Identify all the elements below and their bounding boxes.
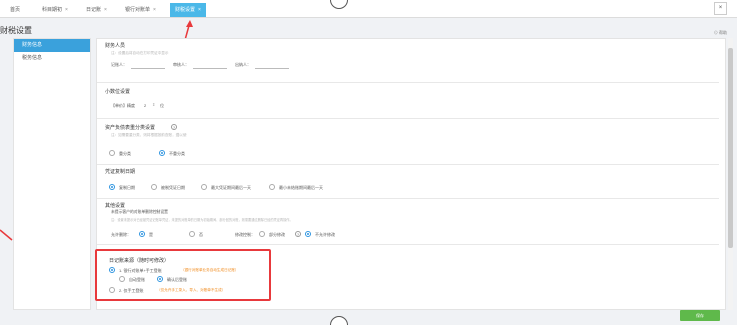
section-title: 凭证复制日期: [105, 169, 136, 175]
section-title: 财务人员: [105, 43, 126, 49]
precision-value[interactable]: 2: [144, 103, 146, 108]
arrow-left-edge: [0, 229, 13, 241]
reviewer-input[interactable]: [193, 68, 227, 69]
radio-partial-edit[interactable]: [259, 231, 265, 237]
price-precision-label: 【单价】精度: [111, 103, 135, 108]
allow-delete-label: 允许删除：: [111, 232, 131, 237]
radio-label: 最小未结账期间最后一天: [279, 185, 323, 190]
radio-reclassify[interactable]: [109, 150, 115, 156]
help-link[interactable]: ⊙ 帮助: [714, 30, 727, 36]
edit-control-label: 修改控制：: [235, 232, 255, 237]
cashier-input[interactable]: [255, 68, 289, 69]
scrollbar[interactable]: [728, 38, 733, 310]
section-finance-staff: 财务人员 注：设置后将自动在打印凭证中显示 记账人： 审核人： 出纳人：: [97, 39, 719, 83]
section-voucher-date: 凭证复制日期 复制日期 被制凭证日期 最大凭证期间最后一天 最小未结账期间最后一…: [97, 165, 719, 199]
radio-no-edit[interactable]: [305, 231, 311, 237]
delete-control-title: 未提示客户的对账单删除控制设置: [111, 210, 168, 214]
radio-label: 是: [149, 232, 153, 237]
radio-copied-voucher-date[interactable]: [151, 184, 157, 190]
section-balance-sheet: 资产负债表重分类设置 ? 注：如需要重分类，则将根据按前查账，遵以使 重分类 不…: [97, 119, 719, 165]
radio-label: 复制日期: [119, 185, 135, 190]
hint-text: 注：设置未提示对已经被凭证记账单凭证，未提的对账单的日期为初始期间、部分回的对账…: [111, 218, 293, 222]
sidebar-item-tax-info[interactable]: 税务信息: [14, 52, 90, 65]
radio-label: 最大凭证期间最后一天: [211, 185, 251, 190]
highlight-box: [95, 249, 271, 301]
radio-allow-delete-no[interactable]: [189, 231, 195, 237]
radio-label: 否: [199, 232, 203, 237]
spinner-icon[interactable]: ⇕: [152, 102, 155, 107]
radio-no-reclassify[interactable]: [159, 150, 165, 156]
save-button[interactable]: 保存: [680, 310, 720, 321]
radio-min-unclosed-last-day[interactable]: [269, 184, 275, 190]
radio-label: 不重分类: [169, 151, 185, 156]
radio-label: 部分修改: [269, 232, 285, 237]
reviewer-label: 审核人：: [173, 62, 189, 67]
arrowhead-icon: [186, 20, 193, 27]
radio-copy-date[interactable]: [109, 184, 115, 190]
help-question-icon[interactable]: ?: [295, 231, 301, 237]
scrollbar-thumb[interactable]: [728, 48, 733, 248]
section-title: 资产负债表重分类设置: [105, 125, 156, 131]
section-title: 小数位设置: [105, 89, 131, 95]
radio-label: 重分类: [119, 151, 131, 156]
sidebar: 财务信息 税务信息: [13, 38, 91, 310]
section-title: 其他设置: [105, 203, 126, 209]
hint-text: 注：如需要重分类，则将根据按前查账，遵以使: [111, 133, 187, 137]
hint-text: 注：设置后将自动在打印凭证中显示: [111, 51, 169, 55]
bookkeeper-input[interactable]: [131, 68, 165, 69]
radio-allow-delete-yes[interactable]: [139, 231, 145, 237]
section-decimal: 小数位设置 【单价】精度 2 ⇕ 位: [97, 83, 719, 119]
bookkeeper-label: 记账人：: [111, 62, 127, 67]
help-question-icon[interactable]: ?: [171, 124, 177, 130]
radio-label: 被制凭证日期: [161, 185, 185, 190]
radio-max-period-last-day[interactable]: [201, 184, 207, 190]
radio-label: 不允许修改: [315, 232, 335, 237]
cashier-label: 出纳人：: [235, 62, 251, 67]
page-title: 财税设置: [0, 26, 32, 35]
section-other: 其他设置 未提示客户的对账单删除控制设置 注：设置未提示对已经被凭证记账单凭证，…: [97, 199, 719, 245]
precision-unit: 位: [160, 103, 164, 108]
sidebar-item-finance-info[interactable]: 财务信息: [14, 39, 90, 52]
